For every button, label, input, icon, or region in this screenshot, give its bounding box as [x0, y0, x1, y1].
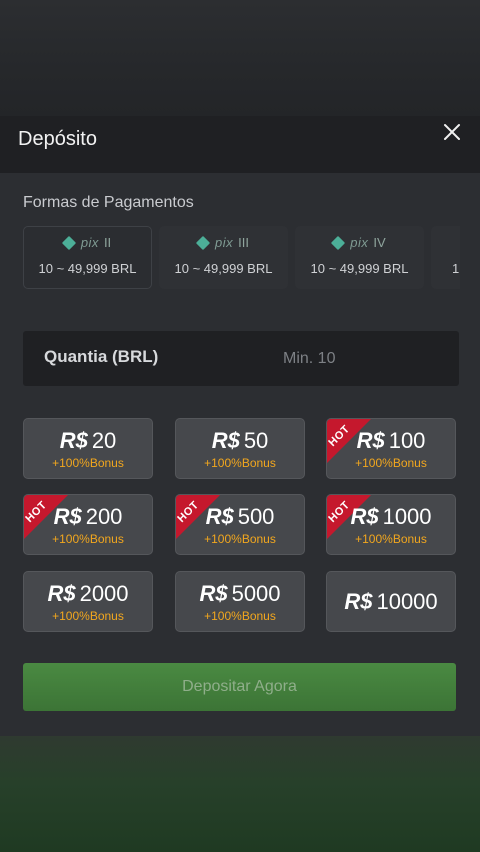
- page-backdrop-top: [0, 0, 480, 116]
- chip-value: R$ 100: [356, 428, 426, 453]
- chip-bonus: +100%Bonus: [204, 456, 276, 470]
- chip-value: R$ 1000: [350, 504, 432, 529]
- modal-header: Depósito: [0, 116, 480, 173]
- payment-method-pix-iii[interactable]: pix III 10 ~ 49,999 BRL: [159, 226, 288, 289]
- pix-icon: [61, 235, 76, 250]
- chip-value: R$ 20: [59, 428, 117, 453]
- pix-logo: pix IV: [296, 235, 423, 250]
- chip-bonus: +100%Bonus: [204, 532, 276, 546]
- amount-label: Quantia (BRL): [44, 347, 159, 366]
- chip-bonus: +100%Bonus: [52, 456, 124, 470]
- amount-chip-10000[interactable]: R$ 10000: [326, 571, 456, 632]
- amount-field-box: Quantia (BRL): [23, 331, 459, 386]
- payment-methods-label: Formas de Pagamentos: [23, 194, 194, 211]
- chip-value: R$ 500: [205, 504, 275, 529]
- amount-chip-20[interactable]: R$ 20 +100%Bonus: [23, 418, 153, 479]
- payment-methods-list: pix II 10 ~ 49,999 BRL pix III 10 ~ 49,9…: [23, 226, 460, 290]
- deposit-modal: Depósito Formas de Pagamentos pix II 10 …: [0, 116, 480, 736]
- payment-method-range: 10 ~ 49,999 BRL: [174, 261, 273, 276]
- payment-method-pix-iv[interactable]: pix IV 10 ~ 49,999 BRL: [295, 226, 424, 289]
- amount-chip-50[interactable]: R$ 50 +100%Bonus: [175, 418, 305, 479]
- payment-method-range: 1: [452, 261, 460, 276]
- modal-title: Depósito: [18, 128, 97, 150]
- pix-logo: pix III: [160, 235, 287, 250]
- pix-icon: [195, 235, 211, 250]
- payment-method-range: 10 ~ 49,999 BRL: [310, 261, 409, 276]
- payment-method-pix-ii[interactable]: pix II 10 ~ 49,999 BRL: [23, 226, 152, 289]
- amount-chip-100[interactable]: HOT R$ 100 +100%Bonus: [326, 418, 456, 479]
- amount-chip-1000[interactable]: HOT R$ 1000 +100%Bonus: [326, 494, 456, 555]
- payment-method-more[interactable]: 1: [431, 226, 460, 289]
- amount-chip-5000[interactable]: R$ 5000 +100%Bonus: [175, 571, 305, 632]
- amount-chip-2000[interactable]: R$ 2000 +100%Bonus: [23, 571, 153, 632]
- chip-bonus: +100%Bonus: [52, 532, 124, 546]
- amount-chip-500[interactable]: HOT R$ 500 +100%Bonus: [175, 494, 305, 555]
- chip-value: R$ 5000: [199, 581, 281, 606]
- page-backdrop-bottom: [0, 736, 480, 852]
- pix-icon: [331, 235, 346, 250]
- amount-input[interactable]: [283, 341, 453, 377]
- chip-bonus: +100%Bonus: [52, 609, 124, 623]
- chip-bonus: +100%Bonus: [204, 609, 276, 623]
- chip-value: R$ 2000: [47, 581, 129, 606]
- chip-value: R$ 200: [53, 504, 123, 529]
- chip-value: R$ 50: [211, 428, 269, 453]
- chip-value: R$ 10000: [344, 589, 438, 614]
- pix-logo: pix II: [24, 235, 151, 250]
- amount-chip-200[interactable]: HOT R$ 200 +100%Bonus: [23, 494, 153, 555]
- close-icon[interactable]: [440, 120, 464, 144]
- chip-bonus: +100%Bonus: [355, 456, 427, 470]
- deposit-now-button[interactable]: Depositar Agora: [23, 663, 456, 711]
- payment-method-range: 10 ~ 49,999 BRL: [38, 261, 137, 276]
- chip-bonus: +100%Bonus: [355, 532, 427, 546]
